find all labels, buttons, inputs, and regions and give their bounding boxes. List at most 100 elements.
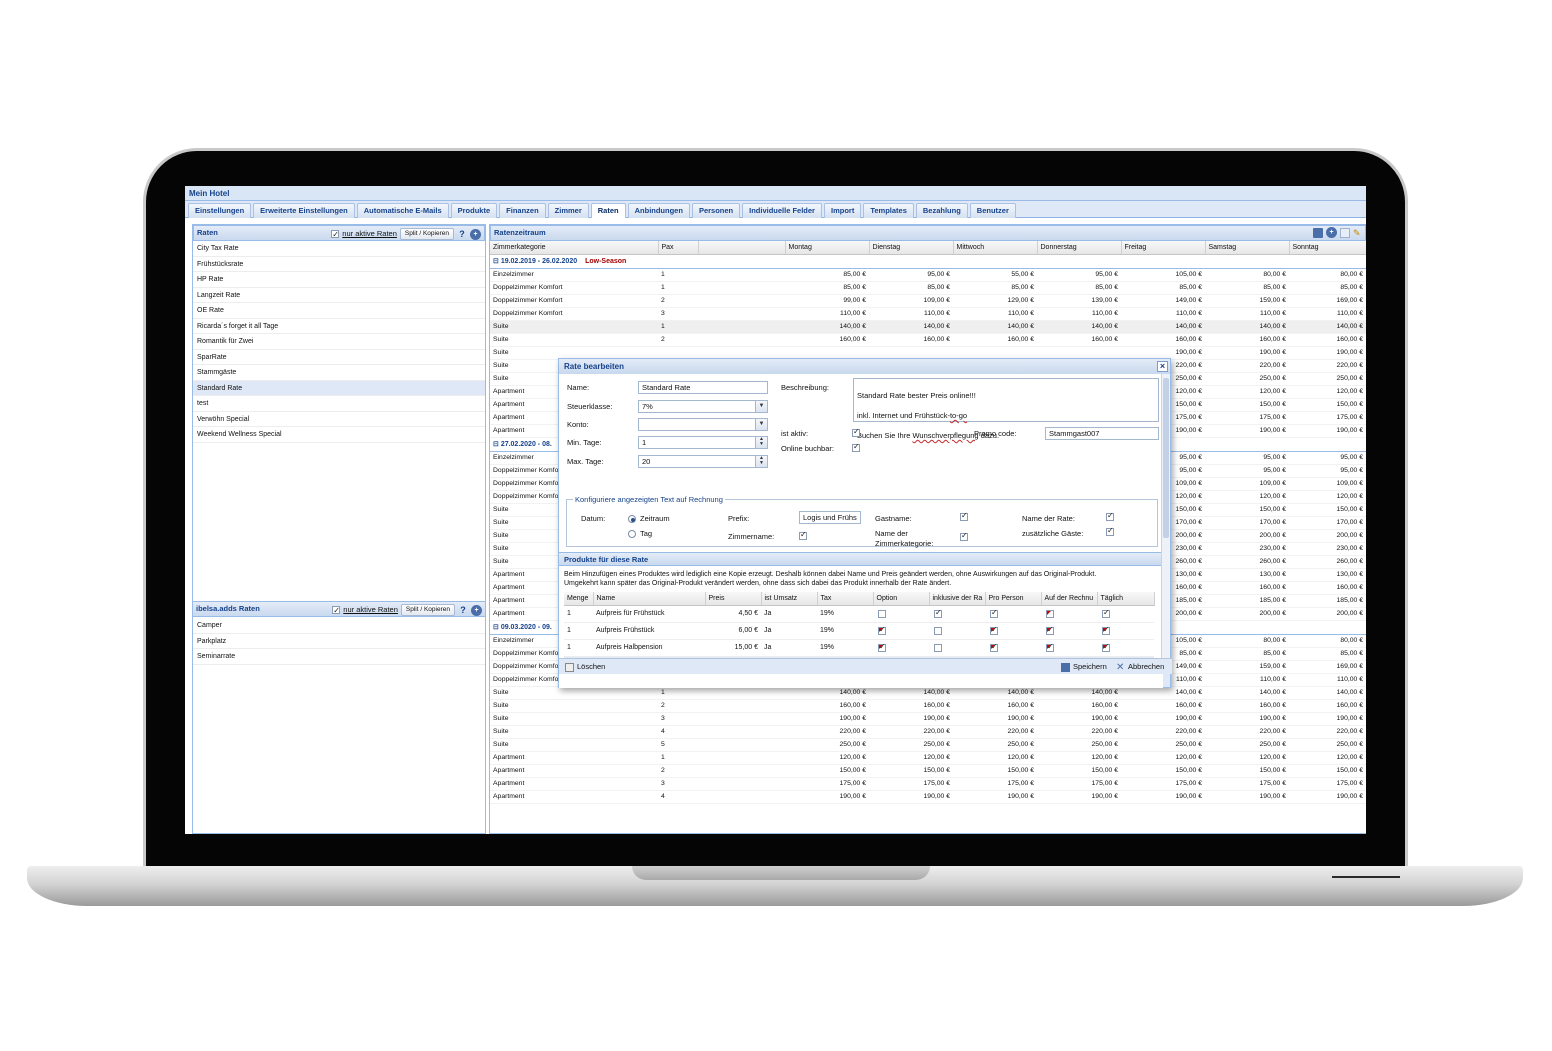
copy-icon[interactable]: [1340, 227, 1350, 238]
price-cell[interactable]: 160,00 €: [1037, 333, 1121, 347]
price-cell[interactable]: 150,00 €: [1289, 503, 1366, 517]
price-cell[interactable]: 220,00 €: [1037, 725, 1121, 739]
price-cell[interactable]: 110,00 €: [1205, 307, 1289, 321]
tab-finanzen[interactable]: Finanzen: [499, 203, 546, 218]
tab-automatische-e-mails[interactable]: Automatische E-Mails: [356, 203, 449, 218]
price-cell[interactable]: 150,00 €: [869, 764, 953, 778]
price-cell[interactable]: 250,00 €: [1205, 372, 1289, 386]
grid-column-header[interactable]: Donnerstag: [1037, 241, 1122, 255]
product-flag-checkbox[interactable]: [934, 626, 942, 635]
tab-individuelle-felder[interactable]: Individuelle Felder: [742, 203, 822, 218]
product-flag-cell[interactable]: [1041, 622, 1097, 640]
prefix-input[interactable]: Logis und Frühs: [799, 511, 861, 524]
tab-einstellungen[interactable]: Einstellungen: [188, 203, 252, 218]
product-name-cell[interactable]: Aufpreis für Frühstück: [593, 605, 705, 623]
price-cell[interactable]: 190,00 €: [953, 712, 1037, 726]
price-cell[interactable]: 160,00 €: [1289, 581, 1366, 595]
rate-list-item[interactable]: HP Rate: [193, 272, 485, 288]
product-column-header[interactable]: Täglich: [1097, 592, 1155, 606]
price-cell[interactable]: 120,00 €: [785, 751, 869, 765]
grid-column-header[interactable]: Pax: [658, 241, 699, 255]
price-cell[interactable]: 120,00 €: [953, 751, 1037, 765]
table-row[interactable]: Apartment 3 175,00 €175,00 €175,00 €175,00…: [490, 777, 1366, 791]
tab-bezahlung[interactable]: Bezahlung: [915, 203, 968, 218]
product-flag-cell[interactable]: [985, 622, 1041, 640]
tab-raten[interactable]: Raten: [590, 203, 626, 218]
name-input[interactable]: Standard Rate: [638, 381, 768, 394]
spinner-icon[interactable]: ▲ ▼: [755, 437, 767, 448]
price-cell[interactable]: 140,00 €: [1289, 686, 1366, 700]
product-column-header[interactable]: Option: [873, 592, 930, 606]
price-cell[interactable]: 120,00 €: [1289, 385, 1366, 399]
save-button[interactable]: Speichern: [1061, 661, 1107, 673]
price-cell[interactable]: 250,00 €: [1289, 738, 1366, 752]
price-cell[interactable]: 140,00 €: [953, 320, 1037, 334]
price-cell[interactable]: 190,00 €: [785, 712, 869, 726]
price-cell[interactable]: 190,00 €: [1205, 424, 1289, 438]
price-cell[interactable]: 95,00 €: [1289, 451, 1366, 465]
price-cell[interactable]: 190,00 €: [1205, 712, 1289, 726]
price-cell[interactable]: 150,00 €: [1205, 503, 1289, 517]
promo-code-input[interactable]: Stammgast007: [1045, 427, 1159, 440]
product-column-header[interactable]: ist Umsatz: [761, 592, 818, 606]
table-row[interactable]: Apartment 1 120,00 €120,00 €120,00 €120,00…: [490, 751, 1366, 765]
price-cell[interactable]: 220,00 €: [785, 725, 869, 739]
add-period-icon[interactable]: +: [1326, 227, 1337, 238]
product-flag-cell[interactable]: [929, 605, 985, 623]
price-cell[interactable]: 85,00 €: [1037, 281, 1121, 295]
price-cell[interactable]: 175,00 €: [1205, 777, 1289, 791]
collapse-icon[interactable]: ⊟: [493, 624, 501, 631]
price-cell[interactable]: 190,00 €: [1121, 712, 1205, 726]
price-cell[interactable]: 120,00 €: [869, 751, 953, 765]
table-row[interactable]: Suite 2 160,00 €160,00 €160,00 €160,00 €16…: [490, 699, 1366, 713]
product-column-header[interactable]: Auf der Rechnu: [1041, 592, 1098, 606]
price-cell[interactable]: 120,00 €: [1205, 385, 1289, 399]
price-cell[interactable]: 85,00 €: [1205, 647, 1289, 661]
delete-button[interactable]: Löschen: [565, 661, 605, 673]
price-cell[interactable]: 185,00 €: [1205, 594, 1289, 608]
collapse-icon[interactable]: ⊟: [493, 441, 501, 448]
price-cell[interactable]: 160,00 €: [1289, 699, 1366, 713]
product-flag-checkbox[interactable]: [934, 643, 942, 652]
ibelsa-list-item[interactable]: Camper: [193, 618, 485, 634]
price-cell[interactable]: 110,00 €: [953, 307, 1037, 321]
price-cell[interactable]: 160,00 €: [1205, 333, 1289, 347]
price-cell[interactable]: 80,00 €: [1205, 634, 1289, 648]
save-icon[interactable]: [1313, 227, 1323, 238]
price-cell[interactable]: 120,00 €: [1205, 751, 1289, 765]
price-cell[interactable]: 220,00 €: [869, 725, 953, 739]
price-cell[interactable]: 190,00 €: [1037, 790, 1121, 804]
price-cell[interactable]: 150,00 €: [1121, 764, 1205, 778]
grid-column-header[interactable]: Mittwoch: [953, 241, 1038, 255]
rate-list-item[interactable]: SparRate: [193, 350, 485, 365]
price-cell[interactable]: 140,00 €: [1121, 320, 1205, 334]
ibelsa-list-item[interactable]: Seminarrate: [193, 649, 485, 665]
price-cell[interactable]: 190,00 €: [869, 790, 953, 804]
table-row[interactable]: Doppelzimmer Komfort 1 85,00 €85,00 €85,00…: [490, 281, 1366, 295]
product-flag-checkbox[interactable]: [990, 642, 998, 652]
product-flag-cell[interactable]: [873, 622, 929, 640]
price-cell[interactable]: 160,00 €: [1121, 699, 1205, 713]
price-cell[interactable]: 190,00 €: [785, 790, 869, 804]
product-row[interactable]: 1 Aufpreis Frühstück 6,00 € Ja 19%: [564, 622, 1154, 640]
price-cell[interactable]: 250,00 €: [1289, 372, 1366, 386]
chevron-down-icon[interactable]: ▼: [755, 419, 767, 430]
product-flag-cell[interactable]: [873, 639, 929, 657]
product-flag-checkbox[interactable]: [878, 625, 886, 635]
product-column-header[interactable]: Name: [593, 592, 706, 606]
period-group-row[interactable]: ⊟ 19.02.2019 - 26.02.2020 Low-Season: [490, 254, 1366, 269]
rate-list-item[interactable]: Verwöhn Special: [193, 412, 485, 427]
price-cell[interactable]: 170,00 €: [1289, 516, 1366, 530]
price-cell[interactable]: 230,00 €: [1205, 542, 1289, 556]
split-copy-button[interactable]: Split / Kopieren: [399, 228, 454, 240]
price-cell[interactable]: 85,00 €: [785, 268, 869, 282]
price-cell[interactable]: 130,00 €: [1205, 568, 1289, 582]
table-row[interactable]: Suite 5 250,00 €250,00 €250,00 €250,00 €25…: [490, 738, 1366, 752]
price-cell[interactable]: 160,00 €: [785, 333, 869, 347]
grid-column-header[interactable]: Zimmerkategorie: [490, 241, 659, 255]
product-column-header[interactable]: Tax: [817, 592, 874, 606]
product-flag-checkbox[interactable]: [1046, 642, 1054, 652]
product-flag-checkbox[interactable]: [1046, 625, 1054, 635]
price-cell[interactable]: 110,00 €: [1037, 307, 1121, 321]
product-flag-cell[interactable]: [929, 639, 985, 657]
